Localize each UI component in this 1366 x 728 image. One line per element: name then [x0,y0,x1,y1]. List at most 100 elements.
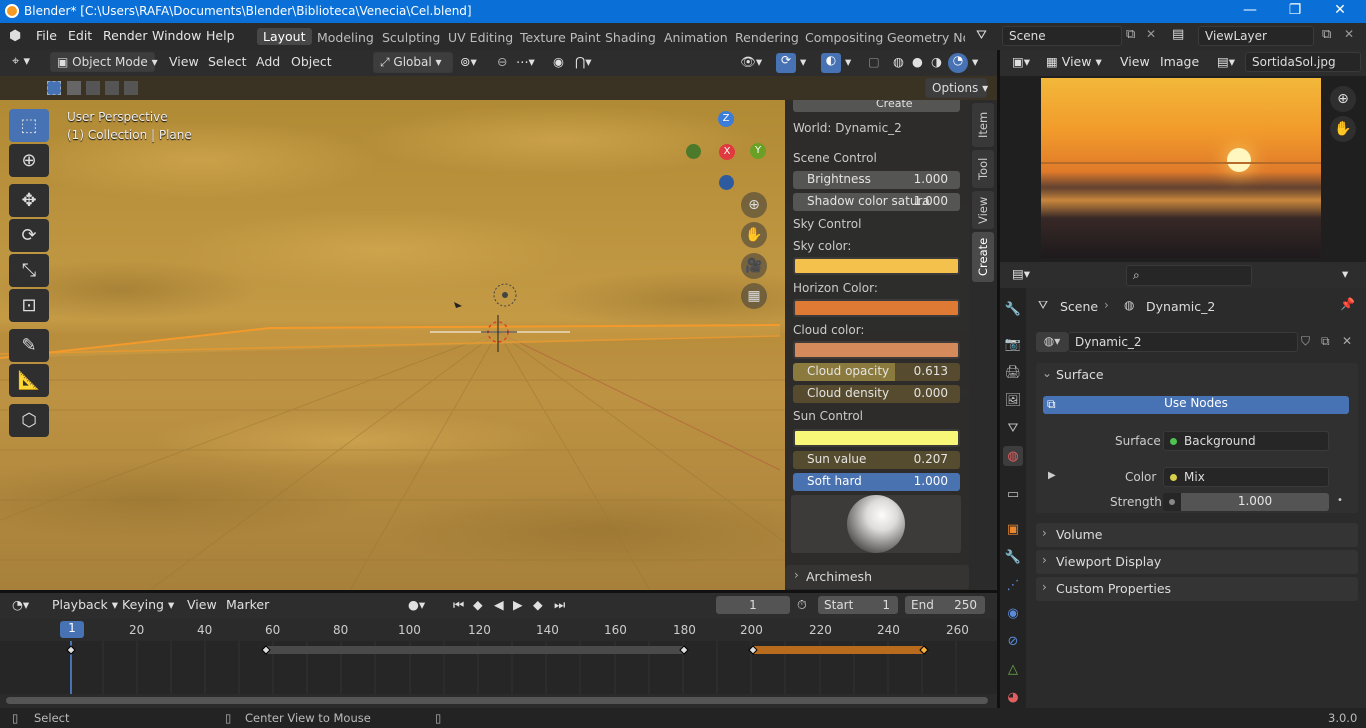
stopwatch-icon[interactable]: ⏱ [797,597,807,613]
menu-edit[interactable]: Edit [68,28,92,43]
image-view-mode[interactable]: ▦ View ▾ [1046,54,1102,69]
menu-select[interactable]: Select [208,54,247,69]
image-view-menu[interactable]: View [1120,54,1150,69]
record-icon[interactable]: ●▾ [408,597,425,612]
keying-menu[interactable]: Keying ▾ [122,597,174,612]
pan-hand-icon[interactable]: ✋ [741,222,767,248]
tab-tool[interactable]: Tool [972,150,994,188]
gizmo-neg-y-axis[interactable] [686,144,701,159]
surface-shader-field[interactable]: Background [1163,431,1329,451]
overlays-dropdown-icon[interactable]: ▾ [845,54,851,69]
custom-properties-section[interactable]: › Custom Properties [1036,577,1358,601]
cloud-color-swatch[interactable] [793,341,960,359]
properties-options-icon[interactable]: ▾ [1342,266,1348,281]
tool-properties-icon[interactable]: 🔧 [1003,299,1023,319]
collection-properties-icon[interactable]: ▭ [1003,484,1023,504]
playback-menu[interactable]: Playback ▾ [52,597,118,612]
transform-orientation-selector[interactable]: ⤢ Global ▾ [373,52,453,73]
gizmo-z-axis[interactable]: Z [718,111,734,127]
play-reverse-icon[interactable]: ◀ [494,597,504,612]
jump-end-icon[interactable]: ⏭ [554,597,565,613]
cloud-opacity-slider[interactable]: Cloud opacity 0.613 [793,363,960,381]
fake-user-icon[interactable]: ⛉ [1301,334,1310,349]
falloff-icon[interactable]: ⋂▾ [575,54,592,69]
camera-view-icon[interactable]: 🎥 [741,253,767,279]
tab-shading[interactable]: Shading [605,30,656,45]
tab-item[interactable]: Item [972,103,994,147]
area-divider[interactable] [0,590,997,593]
modifier-properties-icon[interactable]: 🔧 [1003,547,1023,567]
timeline-scrollbar[interactable] [6,697,988,704]
image-browse-icon[interactable]: ▤▾ [1217,54,1235,69]
horizon-color-swatch[interactable] [793,299,960,317]
tab-texture-paint[interactable]: Texture Paint [520,30,601,45]
view-layer-selector[interactable]: ViewLayer [1198,26,1314,46]
data-properties-icon[interactable]: △ [1003,659,1023,679]
volume-section[interactable]: › Volume [1036,523,1358,547]
close-button[interactable]: ✕ [1320,2,1360,18]
duplicate-world-icon[interactable]: ⧉ [1321,334,1330,349]
transform-tool[interactable]: ⊡ [9,289,49,322]
start-frame-field[interactable]: Start 1 [818,596,898,614]
snap-target-icon[interactable]: ⋯▾ [516,54,535,69]
area-divider[interactable] [997,50,1000,708]
blender-menu-icon[interactable]: ⬢ [9,28,27,44]
properties-editor-type-icon[interactable]: ▤▾ [1012,266,1030,281]
viewport-display-section[interactable]: › Viewport Display [1036,550,1358,574]
current-frame-field[interactable]: 1 [716,596,790,614]
visibility-icon[interactable]: 👁▾ [740,54,762,70]
image-name-field[interactable]: SortidaSol.jpg [1245,52,1361,72]
maximize-button[interactable]: ❐ [1275,2,1315,18]
cloud-density-slider[interactable]: Cloud density 0.000 [793,385,960,403]
mode-selector[interactable]: ▣ Object Mode ▾ [50,52,158,72]
pin-icon[interactable]: 📌 [1340,297,1355,311]
overlays-toggle-icon[interactable]: ◐ [821,53,841,73]
gizmo-x-axis[interactable]: X [719,144,735,160]
select-box-tool[interactable]: ⬚ [9,109,49,142]
end-frame-field[interactable]: End 250 [905,596,985,614]
select-extend-icon[interactable] [67,81,81,95]
shadow-saturation-field[interactable]: Shadow color satura 1.000 [793,193,960,211]
add-cube-tool[interactable]: ⬡ [9,404,49,437]
next-keyframe-icon[interactable]: ◆ [533,597,543,612]
strength-socket[interactable] [1163,493,1181,511]
menu-view[interactable]: View [169,54,199,69]
keyframe-dot-icon[interactable]: • [1337,495,1343,506]
properties-search[interactable]: ⌕ [1126,265,1252,286]
color-input-field[interactable]: Mix [1163,467,1329,487]
particle-properties-icon[interactable]: ⋰ [1003,575,1023,595]
new-scene-icon[interactable]: ⧉ [1126,27,1135,42]
unlink-world-icon[interactable]: ✕ [1342,334,1352,348]
render-properties-icon[interactable]: 📷 [1003,334,1023,354]
tab-uv-editing[interactable]: UV Editing [448,30,513,45]
sun-color-swatch[interactable] [793,429,960,447]
gizmo-neg-z-axis[interactable] [719,175,734,190]
scene-selector[interactable]: Scene [1002,26,1122,46]
image-menu[interactable]: Image [1160,54,1199,69]
new-view-layer-icon[interactable]: ⧉ [1322,27,1331,42]
playhead-frame[interactable]: 1 [60,621,84,638]
menu-render[interactable]: Render [103,28,148,43]
minimize-button[interactable]: — [1230,2,1270,18]
ortho-grid-icon[interactable]: ▦ [741,283,767,309]
expand-arrow-icon[interactable]: ▶ [1048,470,1056,481]
select-subtract-icon[interactable] [86,81,100,95]
tab-geometry-nodes[interactable]: Geometry Nod [887,30,965,45]
tab-view[interactable]: View [972,191,994,229]
rendered-shading-icon[interactable]: ◔ [948,53,968,73]
select-intersect-icon[interactable] [124,81,138,95]
select-new-icon[interactable] [47,81,61,95]
material-properties-icon[interactable]: ◕ [1003,687,1023,707]
surface-section-title[interactable]: Surface [1056,367,1104,382]
remove-view-layer-icon[interactable]: ✕ [1344,27,1354,41]
proportional-edit-icon[interactable]: ◉ [553,54,564,69]
menu-help[interactable]: Help [206,28,235,43]
image-zoom-icon[interactable]: ⊕ [1330,86,1356,112]
tab-compositing[interactable]: Compositing [805,30,883,45]
tab-modeling[interactable]: Modeling [317,30,374,45]
measure-tool[interactable]: 📐 [9,364,49,397]
shading-dropdown-icon[interactable]: ▾ [972,54,978,69]
timeline-editor-type-icon[interactable]: ◔▾ [12,597,29,612]
annotate-tool[interactable]: ✎ [9,329,49,362]
editor-type-icon[interactable]: ⌖ ▾ [12,54,30,69]
